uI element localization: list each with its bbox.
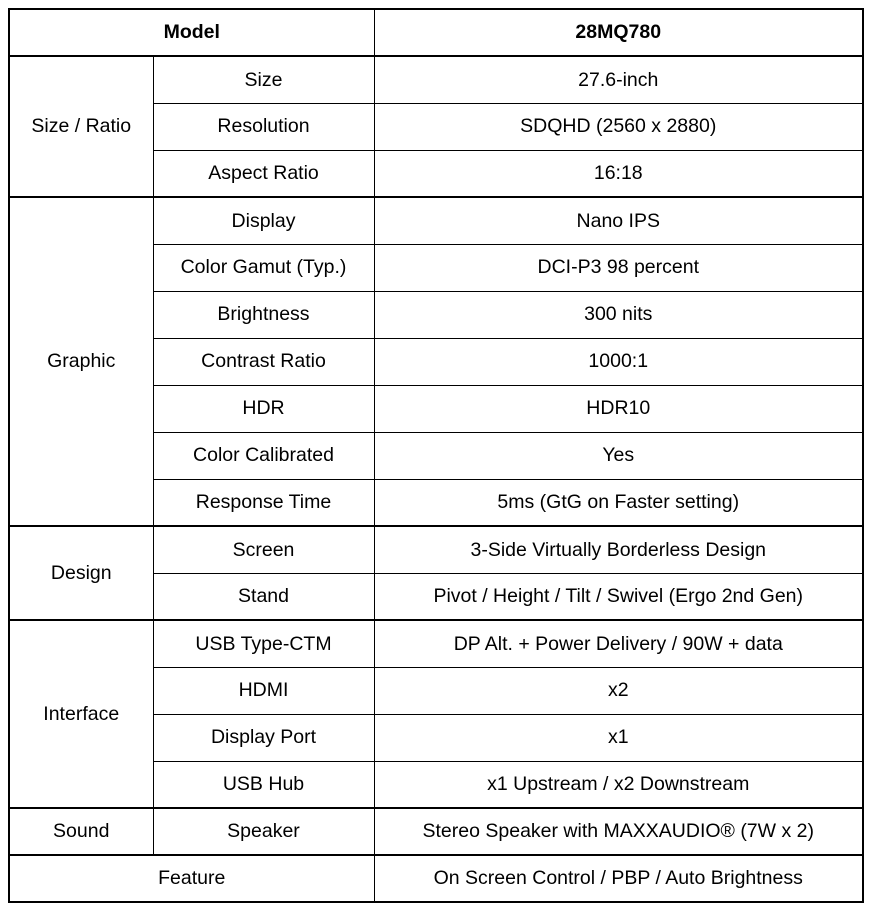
- table-row: Graphic Display Nano IPS: [8, 196, 864, 527]
- item-label: Brightness: [152, 290, 375, 339]
- item-value: 27.6-inch: [373, 55, 864, 104]
- item-label: Display: [152, 196, 375, 245]
- item-value: 16:18: [373, 149, 864, 198]
- group-label-graphic: Graphic: [8, 196, 154, 527]
- spec-table-body: Model 28MQ780 Size / Ratio Size 27.6-inc…: [8, 8, 864, 903]
- group-label-design: Design: [8, 525, 154, 621]
- item-value: SDQHD (2560 x 2880): [373, 102, 864, 151]
- item-value: Nano IPS: [373, 196, 864, 245]
- item-label: Contrast Ratio: [152, 337, 375, 386]
- feature-value: On Screen Control / PBP / Auto Brightnes…: [373, 854, 864, 903]
- item-value: Yes: [373, 431, 864, 480]
- item-label: Size: [152, 55, 375, 104]
- item-label: Color Gamut (Typ.): [152, 243, 375, 292]
- item-value: 5ms (GtG on Faster setting): [373, 478, 864, 527]
- item-value: Pivot / Height / Tilt / Swivel (Ergo 2nd…: [373, 572, 864, 621]
- item-value: HDR10: [373, 384, 864, 433]
- item-label: Screen: [152, 525, 375, 574]
- table-row: Sound Speaker Stereo Speaker with MAXXAU…: [8, 807, 864, 856]
- item-value: x2: [373, 666, 864, 715]
- item-value: DCI-P3 98 percent: [373, 243, 864, 292]
- item-label: Aspect Ratio: [152, 149, 375, 198]
- group-label-interface: Interface: [8, 619, 154, 809]
- item-label: Stand: [152, 572, 375, 621]
- header-label: Model: [8, 8, 375, 57]
- item-label: Resolution: [152, 102, 375, 151]
- item-value: 300 nits: [373, 290, 864, 339]
- group-label-sound: Sound: [8, 807, 154, 856]
- item-label: Display Port: [152, 713, 375, 762]
- table-header-row: Model 28MQ780: [8, 8, 864, 57]
- item-label: HDMI: [152, 666, 375, 715]
- item-value: 1000:1: [373, 337, 864, 386]
- item-value: Stereo Speaker with MAXXAUDIO® (7W x 2): [373, 807, 864, 856]
- table-row: Size / Ratio Size 27.6-inch: [8, 55, 864, 198]
- spec-sheet: Model 28MQ780 Size / Ratio Size 27.6-inc…: [0, 0, 870, 912]
- header-value: 28MQ780: [373, 8, 864, 57]
- item-label: Color Calibrated: [152, 431, 375, 480]
- table-row: Interface USB Type-CTM DP Alt. + Power D…: [8, 619, 864, 809]
- feature-label: Feature: [8, 854, 375, 903]
- item-label: HDR: [152, 384, 375, 433]
- item-label: USB Type-CTM: [152, 619, 375, 668]
- item-label: Speaker: [152, 807, 375, 856]
- specification-table: Model 28MQ780 Size / Ratio Size 27.6-inc…: [8, 8, 864, 903]
- item-value: x1: [373, 713, 864, 762]
- item-value: 3-Side Virtually Borderless Design: [373, 525, 864, 574]
- item-value: DP Alt. + Power Delivery / 90W + data: [373, 619, 864, 668]
- group-label-size-ratio: Size / Ratio: [8, 55, 154, 198]
- item-label: USB Hub: [152, 760, 375, 809]
- item-value: x1 Upstream / x2 Downstream: [373, 760, 864, 809]
- table-row: Design Screen 3-Side Virtually Borderles…: [8, 525, 864, 621]
- item-label: Response Time: [152, 478, 375, 527]
- table-footer-row: Feature On Screen Control / PBP / Auto B…: [8, 854, 864, 903]
